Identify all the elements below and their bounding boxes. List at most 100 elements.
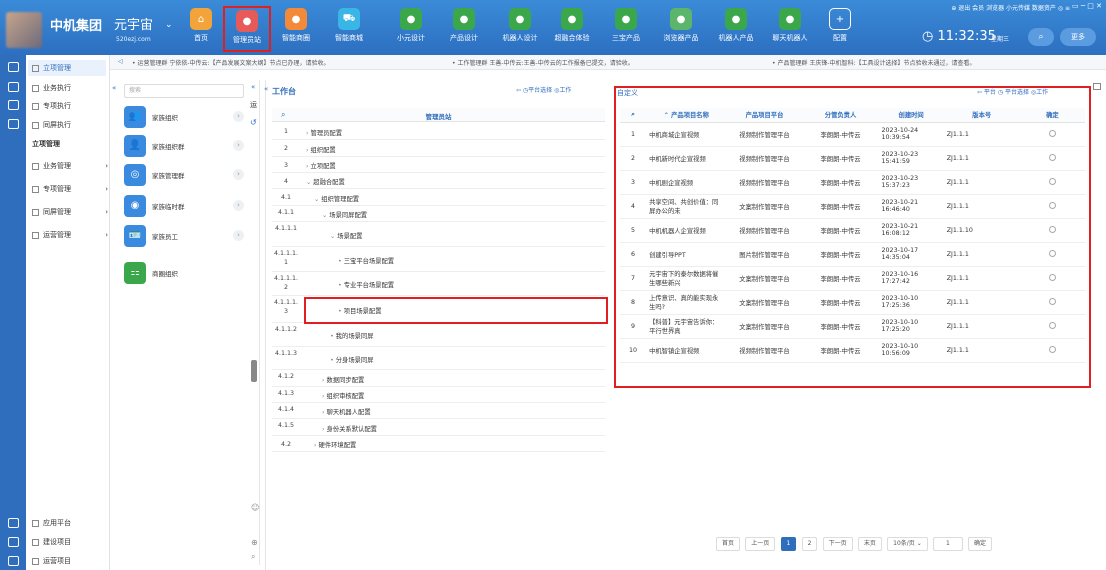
leftnav-item[interactable]: 专项执行	[32, 98, 71, 114]
nav-item[interactable]: ● 浏览器产品	[657, 6, 705, 52]
collapse-icon[interactable]: «	[264, 85, 268, 93]
confirm-cell[interactable]	[1019, 242, 1085, 267]
more-button[interactable]: 更多	[1060, 28, 1096, 46]
leftnav-group[interactable]: 专项管理 ›	[32, 181, 108, 197]
radio-button[interactable]	[1048, 201, 1056, 209]
nav-item[interactable]: ● 机器人设计	[496, 6, 544, 52]
family-item[interactable]: 🪪 家族员工 ›	[124, 223, 244, 249]
leftnav-item[interactable]: 业务执行	[32, 80, 71, 96]
table-row[interactable]: 2 中机新时代企宣视频 视频制作管理平台 李朗朗-中传云 2023-10-23 15:4…	[620, 146, 1085, 171]
tree-row[interactable]: 4.1.1.1.1 • 三宝平台场景配置	[272, 247, 605, 272]
window-controls[interactable]: ▭ ─ □ ✕	[1072, 2, 1102, 10]
tree-row[interactable]: 4.1.1.1 ⌄ 场景配置	[272, 222, 605, 247]
nav-rail-icon[interactable]	[8, 100, 19, 110]
confirm-cell[interactable]	[1019, 338, 1085, 363]
confirm-cell[interactable]	[1019, 290, 1085, 315]
top-links[interactable]: ⊕ 退出 会员 浏览器 小元传媒 数据资产 ◎ ≡	[951, 3, 1070, 12]
leftnav-bottom-item[interactable]: 建设项目	[32, 534, 71, 550]
expand-icon[interactable]	[1093, 83, 1101, 90]
leftnav-bottom-item[interactable]: 应用平台	[32, 515, 71, 531]
confirm-cell[interactable]	[1019, 122, 1085, 147]
scrollbar-thumb[interactable]	[251, 360, 257, 382]
emoji-icon[interactable]: ☺	[251, 503, 259, 512]
family-item[interactable]: ◉ 家族临时群 ›	[124, 193, 244, 219]
nav-item[interactable]: ⛟ 智能商城	[325, 6, 373, 52]
family-item[interactable]: 👥 家族组织 ›	[124, 104, 244, 130]
nav-item[interactable]: ⌂ 首页	[177, 6, 225, 52]
leftnav-item[interactable]: 同屏执行	[32, 117, 71, 133]
nav-item[interactable]: ● 聊天机器人	[766, 6, 814, 52]
confirm-cell[interactable]	[1019, 266, 1085, 291]
leftnav-bottom-item[interactable]: 运营项目	[32, 553, 71, 569]
nav-item[interactable]: ● 三宝产品	[602, 6, 650, 52]
nav-item[interactable]: ● 超融合体验	[548, 6, 596, 52]
column-header[interactable]: 产品项目平台	[726, 108, 803, 123]
workbench-actions[interactable]: ⇦ ◷平台选择 ◎工作	[516, 85, 571, 94]
column-header[interactable]: 版本号	[943, 108, 1020, 123]
nav-rail-icon[interactable]	[8, 556, 19, 566]
table-row[interactable]: 4 共享空间、共创价值：同屏办公的未 文案制作管理平台 李朗朗-中传云 2023-10-…	[620, 194, 1085, 219]
first-page-button[interactable]: 首页	[716, 537, 741, 551]
confirm-cell[interactable]	[1019, 146, 1085, 171]
column-header[interactable]: 创建时间	[878, 108, 944, 123]
leftnav-group[interactable]: 同屏管理 ›	[32, 204, 108, 220]
table-row[interactable]: 8 上传意识、真的能实现永生吗? 文案制作管理平台 李朗朗-中传云 2023-10-10…	[620, 290, 1085, 315]
confirm-cell[interactable]	[1019, 170, 1085, 195]
nav-admin-station[interactable]: ● 管理员站	[223, 6, 271, 52]
radio-button[interactable]	[1048, 321, 1056, 329]
tree-row[interactable]: 4.1.2 › 数据同步配置	[272, 370, 605, 387]
tree-row[interactable]: 1 › 管理员配置	[272, 123, 605, 140]
tree-row[interactable]: 2 › 组织配置	[272, 140, 605, 157]
search-icon[interactable]: ⌕	[620, 108, 647, 123]
table-row[interactable]: 1 中机商城企宣视频 视频制作管理平台 李朗朗-中传云 2023-10-24 10:39…	[620, 122, 1085, 147]
tree-row[interactable]: 4.1 ⌄ 组织管理配置	[272, 189, 605, 206]
notice-item[interactable]: • 运营管理群 宁依依-中传云:【产品发展文案大纲】节点已办理，请验收。	[132, 58, 330, 67]
radio-button[interactable]	[1048, 273, 1056, 281]
page-1-button[interactable]: 1	[780, 537, 797, 551]
tree-row[interactable]: 4.1.4 › 聊天机器人配置	[272, 403, 605, 419]
notice-item[interactable]: • 工作管理群 王善-中传云:王善-中传云的工作报备已提交，请验收。	[452, 58, 634, 67]
goto-confirm-button[interactable]: 确定	[968, 537, 993, 551]
nav-item[interactable]: + 配置	[816, 6, 864, 52]
nav-rail-icon[interactable]	[8, 62, 19, 72]
leftnav-item[interactable]: 立项管理	[28, 60, 106, 76]
radio-button[interactable]	[1048, 225, 1056, 233]
nav-rail-icon[interactable]	[8, 518, 19, 528]
tree-row[interactable]: 4.1.3 › 组织审核配置	[272, 387, 605, 403]
tree-row[interactable]: 4 ⌄ 超融合配置	[272, 173, 605, 189]
notice-item[interactable]: • 产品管理群 王庆锋-中机智科:【工具设计选择】节点验收未通过，请查看。	[772, 58, 976, 67]
tree-row[interactable]: 4.1.1.1.2 • 专业平台场景配置	[272, 272, 605, 296]
tree-row[interactable]: 4.1.1.3 • 分身场景同屏	[272, 347, 605, 370]
add-icon[interactable]: ⊕	[251, 538, 258, 547]
refresh-icon[interactable]: ↺	[250, 118, 257, 127]
tree-row[interactable]: 4.1.1 ⌄ 场景同屏配置	[272, 206, 605, 222]
nav-rail-icon[interactable]	[8, 537, 19, 547]
table-row[interactable]: 5 中机机器人企宣视频 视频制作管理平台 李朗朗-中传云 2023-10-21 16:0…	[620, 218, 1085, 243]
column-header[interactable]: 分管负责人	[802, 108, 879, 123]
family-item[interactable]: ⚏ 商圈组织	[124, 260, 244, 286]
tree-row[interactable]: 4.1.1.2 • 我的场景同屏	[272, 323, 605, 347]
table-row[interactable]: 3 中机剧企宣视频 视频制作管理平台 李朗朗-中传云 2023-10-23 15:37:…	[620, 170, 1085, 195]
sub-brand[interactable]: 元宇宙	[114, 14, 153, 33]
nav-item[interactable]: ● 产品设计	[440, 6, 488, 52]
confirm-cell[interactable]	[1019, 194, 1085, 219]
leftnav-group[interactable]: 运营管理 ›	[32, 227, 108, 243]
grid-actions[interactable]: ⇦ 平台 ◷ 平台选择 ◎工作	[977, 87, 1048, 96]
collapse-icon[interactable]: «	[112, 84, 116, 92]
search-icon[interactable]: ⌕	[251, 552, 255, 562]
radio-button[interactable]	[1048, 345, 1056, 353]
search-icon[interactable]: ⌕	[1028, 28, 1054, 46]
tree-row[interactable]: 3 › 立项配置	[272, 157, 605, 173]
family-item[interactable]: 👤 家族组织群 ›	[124, 133, 244, 159]
family-item[interactable]: ◎ 家族管理群 ›	[124, 162, 244, 188]
radio-button[interactable]	[1048, 177, 1056, 185]
nav-rail-icon[interactable]	[8, 82, 19, 92]
tree-row[interactable]: 4.2 › 硬件环境配置	[272, 436, 605, 452]
radio-button[interactable]	[1048, 297, 1056, 305]
tree-row[interactable]: 4.1.5 › 身份关系默认配置	[272, 419, 605, 436]
radio-button[interactable]	[1048, 249, 1056, 257]
radio-button[interactable]	[1048, 153, 1056, 161]
leftnav-group[interactable]: 业务管理 ›	[32, 158, 108, 174]
nav-item[interactable]: ● 机器人产品	[712, 6, 760, 52]
last-page-button[interactable]: 末页	[857, 537, 882, 551]
